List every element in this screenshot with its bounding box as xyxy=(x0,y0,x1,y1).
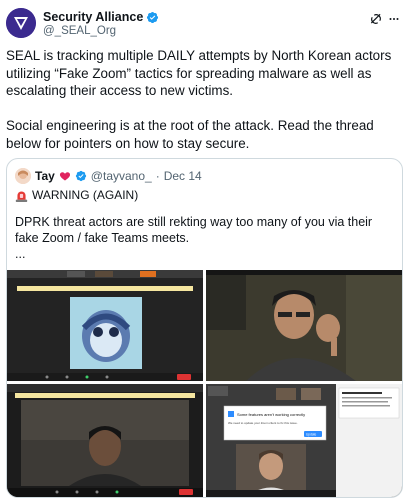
quote-author-handle[interactable]: @tayvano_ xyxy=(91,169,152,183)
dialog-title: Some features aren't working correctly xyxy=(237,412,305,417)
warning-text: WARNING (AGAIN) xyxy=(32,188,139,202)
quote-avatar-image xyxy=(15,168,31,184)
author-name[interactable]: Security Alliance xyxy=(43,10,143,24)
media-image-1[interactable] xyxy=(7,270,203,381)
avatar[interactable] xyxy=(6,8,36,38)
grok-icon[interactable] xyxy=(369,12,383,26)
quote-header: Tay @tayvano_ · Dec 14 xyxy=(15,168,202,184)
media-image-3[interactable] xyxy=(7,384,203,497)
quoted-tweet[interactable]: Tay @tayvano_ · Dec 14 WARNING (AGAIN) D… xyxy=(6,158,403,498)
seal-logo-icon xyxy=(6,8,36,38)
quote-separator: · xyxy=(155,169,160,183)
heart-icon xyxy=(59,172,70,181)
dialog-update-button: Update xyxy=(306,433,317,437)
verified-badge-icon xyxy=(75,170,86,182)
verified-badge-icon xyxy=(147,11,159,23)
quote-body: DPRK threat actors are still rekting way… xyxy=(15,215,373,245)
quote-warning: WARNING (AGAIN) xyxy=(15,188,138,202)
tweet-header: Security Alliance @_SEAL_Org xyxy=(6,6,403,40)
siren-icon xyxy=(15,190,28,202)
fake-teams-update-screenshot: Some features aren't working correctly W… xyxy=(206,384,402,497)
quote-text: DPRK threat actors are still rekting way… xyxy=(15,214,395,262)
thumbs-down-video-frame xyxy=(206,270,402,381)
quote-ellipsis: ... xyxy=(15,247,26,261)
dialog-body: We need to update your Zoom client to fi… xyxy=(228,421,298,425)
quote-avatar[interactable] xyxy=(15,168,31,184)
media-grid[interactable]: Some features aren't working correctly W… xyxy=(7,270,402,497)
quote-author-name[interactable]: Tay xyxy=(35,169,55,183)
media-image-2[interactable] xyxy=(206,270,402,381)
media-image-4[interactable]: Some features aren't working correctly W… xyxy=(206,384,402,497)
zoom-dark-room-screenshot xyxy=(7,384,203,497)
zoom-penguin-screenshot xyxy=(7,270,203,381)
more-icon[interactable] xyxy=(387,13,401,25)
author-handle[interactable]: @_SEAL_Org xyxy=(43,25,116,37)
tweet-text: SEAL is tracking multiple DAILY attempts… xyxy=(6,47,404,170)
tweet-paragraph: Social engineering is at the root of the… xyxy=(6,118,374,151)
tweet-paragraph: SEAL is tracking multiple DAILY attempts… xyxy=(6,48,392,98)
quote-date[interactable]: Dec 14 xyxy=(164,169,202,183)
